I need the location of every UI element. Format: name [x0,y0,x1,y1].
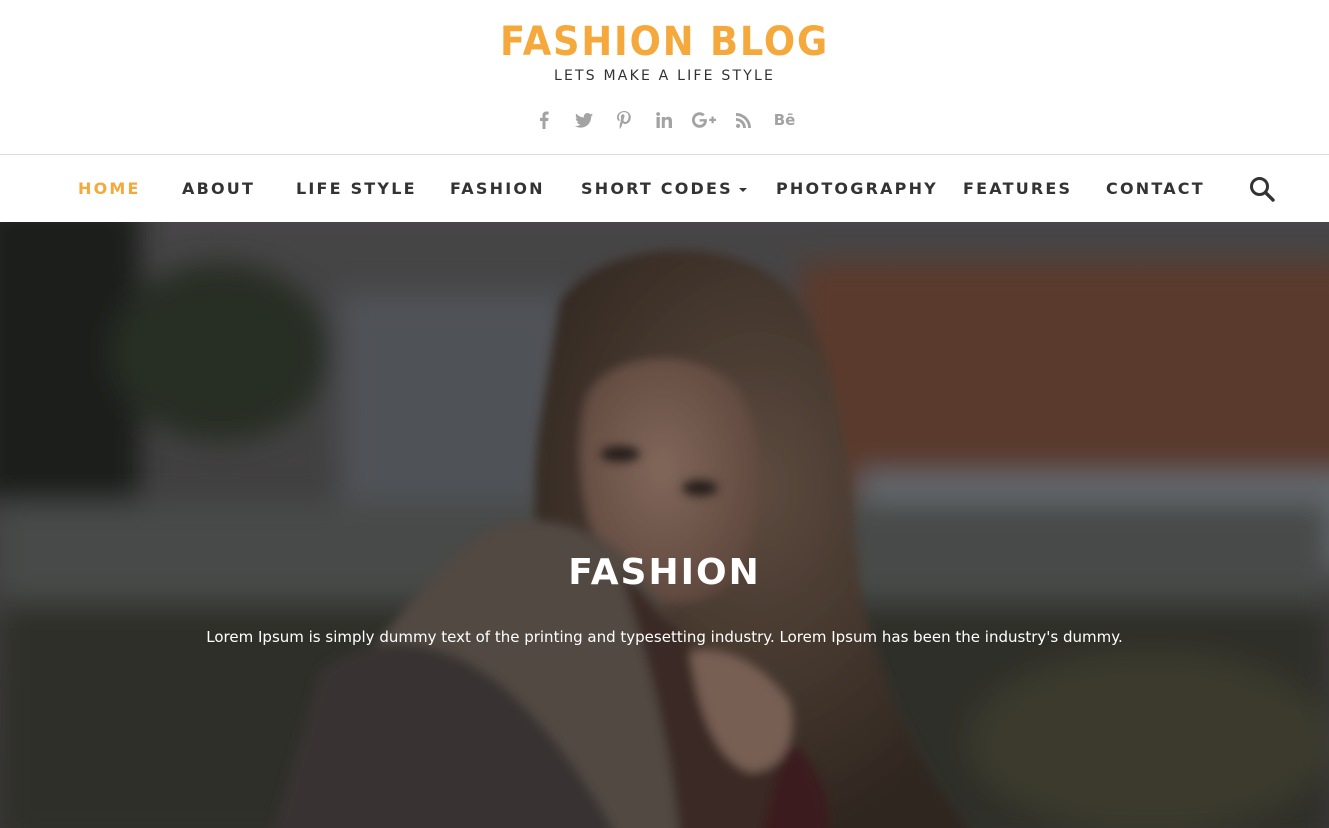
hero-text: Lorem Ipsum is simply dummy text of the … [206,628,1123,646]
site-tagline: LETS MAKE A LIFE STYLE [553,68,775,84]
social-links: Bē [0,106,1329,134]
nav-about[interactable]: ABOUT [182,155,255,222]
nav-short-codes[interactable]: SHORT CODES [581,155,747,222]
site-title[interactable]: FASHION BLOG [53,18,1276,66]
search-icon[interactable] [1249,176,1275,202]
behance-icon[interactable]: Bē [770,106,800,134]
main-nav: HOME ABOUT LIFE STYLE FASHION SHORT CODE… [0,154,1329,222]
hero-banner: FASHION Lorem Ipsum is simply dummy text… [0,222,1329,828]
linkedin-icon[interactable] [650,106,678,134]
nav-home[interactable]: HOME [78,155,141,222]
nav-fashion[interactable]: FASHION [450,155,545,222]
nav-life-style[interactable]: LIFE STYLE [296,155,417,222]
rss-icon[interactable] [730,106,758,134]
facebook-icon[interactable] [530,106,558,134]
hero-overlay [0,222,1329,828]
pinterest-icon[interactable] [610,106,638,134]
nav-features[interactable]: FEATURES [963,155,1072,222]
google-plus-icon[interactable] [690,106,718,134]
twitter-icon[interactable] [570,106,598,134]
nav-contact[interactable]: CONTACT [1106,155,1205,222]
nav-short-codes-label: SHORT CODES [581,179,733,198]
site-header: FASHION BLOG LETS MAKE A LIFE STYLE Bē [0,0,1329,154]
caret-down-icon [738,187,747,192]
nav-photography[interactable]: PHOTOGRAPHY [776,155,938,222]
hero-title: FASHION [568,552,761,593]
